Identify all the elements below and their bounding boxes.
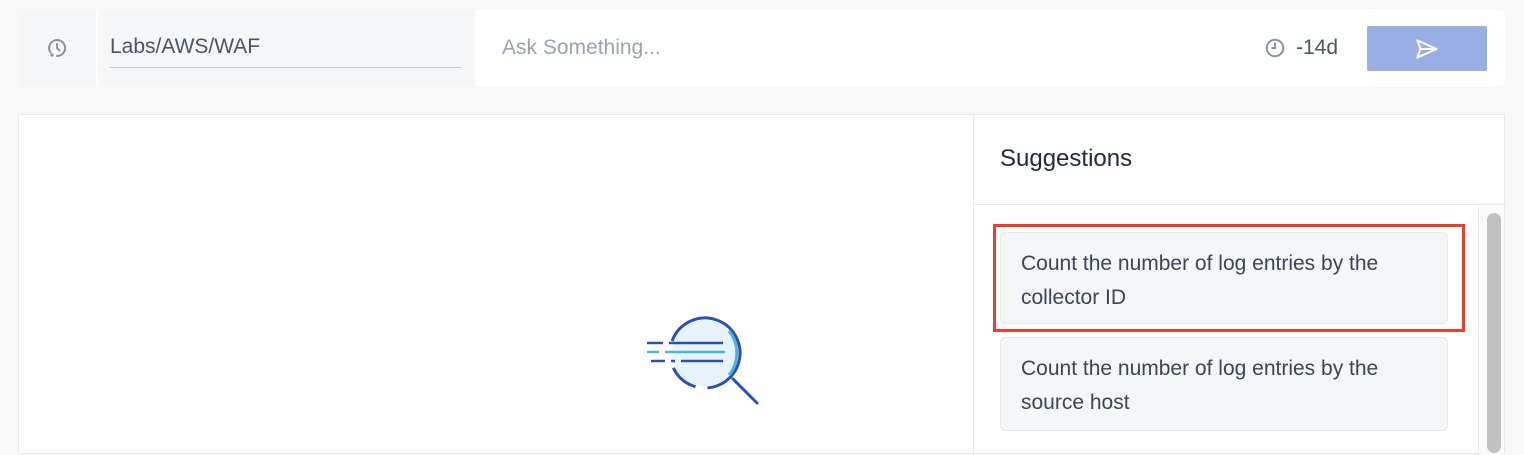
- scrollbar-thumb[interactable]: [1487, 213, 1501, 453]
- send-button[interactable]: [1367, 26, 1487, 71]
- results-area: Suggestions Count the number of log entr…: [18, 114, 1506, 455]
- suggestion-label: Count the number of log entries by the s…: [1021, 357, 1379, 414]
- ask-input[interactable]: [502, 30, 1202, 66]
- suggestion-item[interactable]: Count the number of log entries by the s…: [1000, 337, 1448, 431]
- history-button[interactable]: [18, 10, 96, 86]
- clock-icon: [1265, 38, 1285, 58]
- suggestion-label: Count the number of log entries by the c…: [1021, 252, 1379, 309]
- magnifier-log-lines-icon: [647, 316, 759, 405]
- history-clock-icon: [48, 39, 67, 58]
- scope-field: [98, 10, 475, 86]
- scope-input[interactable]: [110, 32, 462, 68]
- time-range-selector[interactable]: -14d: [1264, 32, 1338, 64]
- query-bar: -14d: [18, 10, 1505, 86]
- scrollbar[interactable]: [1478, 207, 1504, 455]
- divider: [974, 204, 1506, 205]
- suggestions-title: Suggestions: [1000, 145, 1133, 172]
- paper-plane-icon: [1416, 38, 1438, 59]
- suggestion-item[interactable]: Count the number of log entries by the c…: [1000, 232, 1448, 324]
- suggestions-panel: Suggestions Count the number of log entr…: [973, 115, 1506, 455]
- time-range-label: -14d: [1296, 36, 1339, 59]
